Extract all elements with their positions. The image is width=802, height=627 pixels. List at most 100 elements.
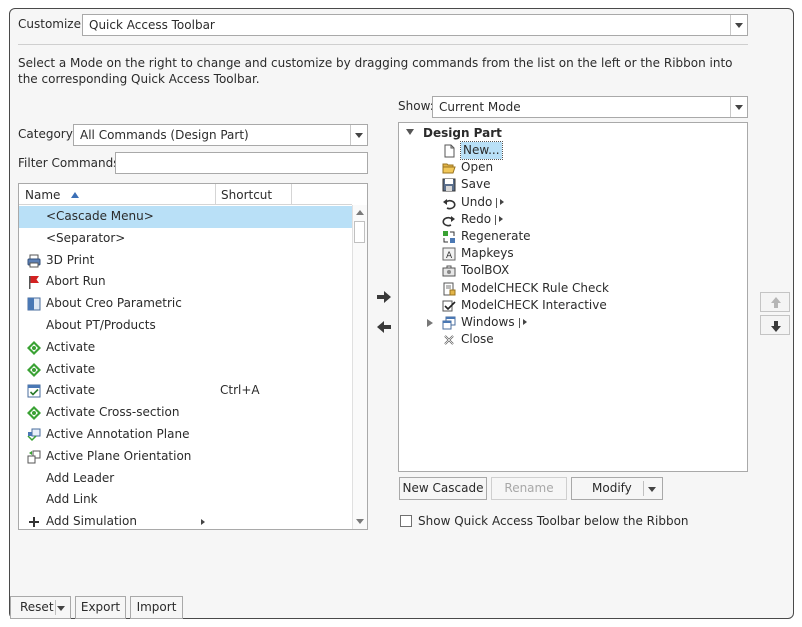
- column-name-header[interactable]: Name: [25, 188, 60, 202]
- command-name: Add Link: [46, 492, 98, 507]
- command-row[interactable]: Activate: [19, 337, 352, 359]
- list-header: Name Shortcut: [19, 184, 352, 205]
- expand-right-icon[interactable]: [427, 319, 433, 327]
- submenu-arrow-icon[interactable]: [201, 519, 205, 526]
- show-label: Show:: [398, 99, 434, 113]
- customize-dropdown[interactable]: Quick Access Toolbar: [82, 14, 748, 36]
- customize-value: Quick Access Toolbar: [89, 18, 215, 32]
- toolbar-item-label: Open: [461, 160, 494, 175]
- show-below-ribbon-label[interactable]: Show Quick Access Toolbar below the Ribb…: [418, 514, 689, 528]
- command-row[interactable]: Active Plane Orientation: [19, 446, 352, 468]
- move-up-button[interactable]: [760, 292, 790, 312]
- import-button[interactable]: Import: [130, 596, 183, 619]
- remove-from-toolbar-arrow-icon[interactable]: [376, 320, 392, 334]
- sort-ascending-icon: [71, 192, 79, 198]
- add-to-toolbar-arrow-icon[interactable]: [376, 290, 392, 304]
- regenerate-icon: [442, 230, 456, 244]
- toolbar-item-label: ModelCHECK Rule Check: [461, 280, 609, 295]
- command-row[interactable]: Add Simulation: [19, 511, 352, 529]
- arrow-down-icon: [771, 321, 781, 332]
- command-row[interactable]: Active Annotation Plane: [19, 424, 352, 446]
- new-document-icon: [442, 144, 456, 158]
- command-name: <Separator>: [46, 230, 126, 245]
- modify-dropdown-button[interactable]: Modify: [571, 477, 663, 500]
- toolbox-icon: [442, 264, 456, 278]
- rename-button[interactable]: Rename: [491, 477, 567, 500]
- category-label: Category:: [18, 127, 76, 141]
- modify-label: Modify: [592, 481, 632, 495]
- green-diamond-icon: [27, 406, 41, 421]
- close-x-icon: [442, 333, 456, 347]
- printer-icon: [27, 254, 41, 268]
- command-row[interactable]: 3D Print: [19, 250, 352, 272]
- command-row[interactable]: Abort Run: [19, 271, 352, 293]
- toolbar-item-label: Regenerate: [461, 229, 531, 243]
- command-name: About PT/Products: [46, 317, 156, 332]
- scroll-up-icon[interactable]: [353, 205, 367, 220]
- column-shortcut-header[interactable]: Shortcut: [221, 188, 272, 202]
- commands-list[interactable]: Name Shortcut <Cascade Menu> <Separator> 3…: [18, 183, 368, 530]
- chevron-down-icon[interactable]: [730, 15, 747, 35]
- scroll-thumb[interactable]: [354, 221, 365, 243]
- toolbar-item-label: ModelCHECK Interactive: [461, 297, 607, 312]
- filter-commands-input[interactable]: [115, 152, 368, 174]
- command-row[interactable]: Activate: [19, 359, 352, 381]
- chevron-down-icon[interactable]: [57, 606, 65, 611]
- command-row[interactable]: Add Leader: [19, 468, 352, 490]
- toolbar-item-label: Save: [461, 177, 491, 192]
- move-down-button[interactable]: [760, 315, 790, 335]
- interactive-check-icon: [442, 299, 456, 313]
- command-name: Activate: [46, 383, 96, 398]
- reset-button[interactable]: Reset: [10, 596, 71, 619]
- windows-icon: [442, 316, 456, 330]
- column-divider[interactable]: [291, 184, 292, 205]
- command-name: Add Simulation: [46, 514, 137, 529]
- open-folder-icon: [442, 161, 456, 175]
- show-dropdown[interactable]: Current Mode: [432, 96, 748, 118]
- button-divider: [55, 600, 56, 615]
- undo-icon: [442, 196, 456, 210]
- command-row[interactable]: Add Link: [19, 489, 352, 511]
- chevron-down-icon[interactable]: [648, 487, 656, 492]
- command-row[interactable]: About Creo Parametric: [19, 293, 352, 315]
- cascade-arrow-icon[interactable]: [499, 215, 503, 222]
- toolbar-item-label: Undo: [461, 194, 493, 209]
- command-name: About Creo Parametric: [46, 296, 182, 311]
- command-name: Active Plane Orientation: [46, 448, 192, 463]
- redo-icon: [442, 213, 456, 227]
- command-row[interactable]: About PT/Products: [19, 315, 352, 337]
- export-button[interactable]: Export: [75, 596, 126, 619]
- plus-icon: [27, 515, 41, 529]
- command-row[interactable]: <Separator>: [19, 228, 352, 250]
- cascade-arrow-icon[interactable]: [523, 319, 527, 325]
- column-divider[interactable]: [215, 184, 216, 205]
- command-name: Abort Run: [46, 274, 106, 289]
- command-name: Active Annotation Plane: [46, 426, 190, 441]
- cascade-arrow-icon[interactable]: [500, 198, 504, 205]
- split-divider: [495, 214, 496, 225]
- info-window-icon: [27, 297, 41, 311]
- instructions-text: Select a Mode on the right to change and…: [18, 56, 733, 86]
- toolbar-item-label: New...: [460, 141, 503, 160]
- category-dropdown[interactable]: All Commands (Design Part): [73, 124, 368, 146]
- split-divider: [519, 318, 520, 328]
- tree-root-design-part[interactable]: Design Part: [423, 126, 502, 140]
- show-below-ribbon-checkbox[interactable]: [400, 515, 412, 527]
- command-row[interactable]: <Cascade Menu>: [19, 206, 352, 228]
- toolbar-item-label: ToolBOX: [461, 263, 510, 278]
- scroll-down-icon[interactable]: [353, 514, 367, 529]
- vertical-scrollbar[interactable]: [352, 205, 367, 529]
- new-cascade-button[interactable]: New Cascade: [399, 477, 487, 500]
- quick-access-toolbar-tree[interactable]: Design Part New... Open Save Undo Redo Regene…: [398, 122, 748, 472]
- expand-down-icon[interactable]: [406, 129, 414, 135]
- chevron-down-icon[interactable]: [730, 97, 747, 117]
- red-flag-icon: [27, 275, 41, 290]
- command-shortcut: Ctrl+A: [220, 383, 260, 398]
- command-row[interactable]: Activate Ctrl+A: [19, 380, 352, 402]
- command-name: 3D Print: [46, 252, 95, 267]
- command-row[interactable]: Activate Cross-section: [19, 402, 352, 424]
- chevron-down-icon[interactable]: [350, 125, 367, 145]
- show-value: Current Mode: [439, 100, 521, 114]
- divider: [18, 44, 748, 45]
- mapkeys-icon: A: [442, 247, 456, 261]
